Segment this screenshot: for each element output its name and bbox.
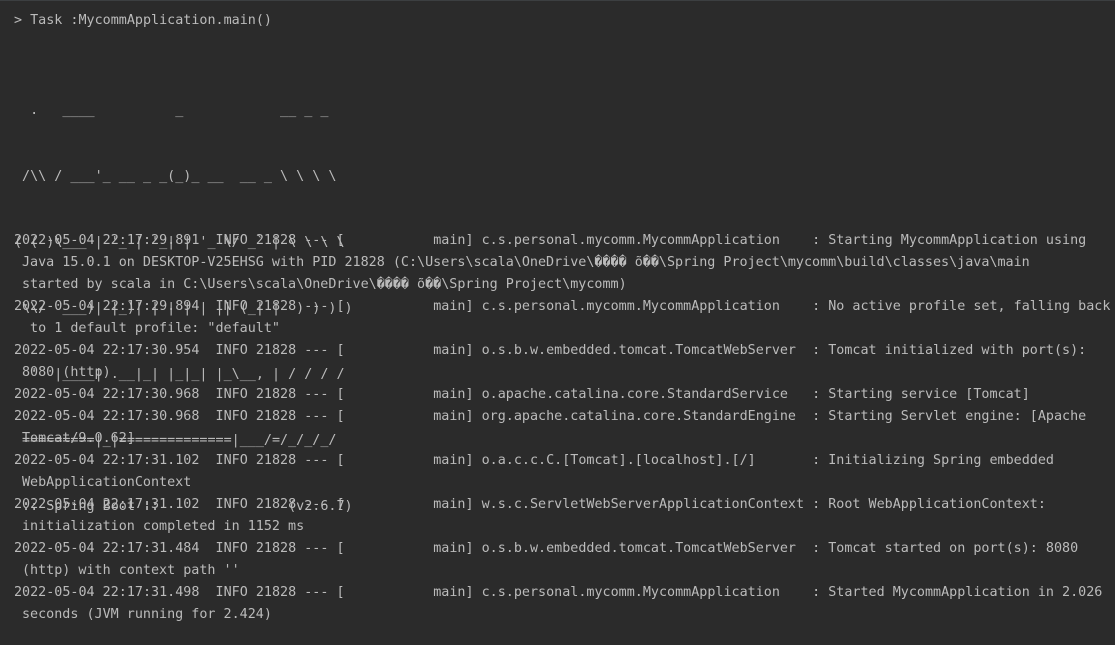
log-entry-continuation: WebApplicationContext [22, 475, 192, 490]
log-entry: 2022-05-04 22:17:31.102 INFO 21828 --- [… [14, 453, 1054, 468]
log-entry: 2022-05-04 22:17:30.954 INFO 21828 --- [… [14, 343, 1087, 358]
banner-line: /\\ / ___'_ __ _ _(_)_ __ __ _ \ \ \ \ [14, 169, 337, 184]
log-entry: 2022-05-04 22:17:31.484 INFO 21828 --- [… [14, 541, 1079, 556]
log-entry: 2022-05-04 22:17:29.894 INFO 21828 --- [… [14, 299, 1111, 314]
log-entry-continuation: 8080 (http) [22, 365, 111, 380]
log-entry-continuation: Tomcat/9.0.62] [22, 431, 135, 446]
log-output: 2022-05-04 22:17:29.891 INFO 21828 --- [… [14, 230, 1111, 626]
log-entry: 2022-05-04 22:17:30.968 INFO 21828 --- [… [14, 409, 1087, 424]
log-entry-continuation: started by scala in C:\Users\scala\OneDr… [22, 277, 627, 292]
log-entry: 2022-05-04 22:17:30.968 INFO 21828 --- [… [14, 387, 1030, 402]
console-top-border [0, 0, 1115, 1]
log-entry: 2022-05-04 22:17:31.102 INFO 21828 --- [… [14, 497, 1046, 512]
log-entry: 2022-05-04 22:17:31.498 INFO 21828 --- [… [14, 585, 1103, 600]
banner-line: . ____ _ __ _ _ [14, 103, 329, 118]
log-entry-continuation: initialization completed in 1152 ms [22, 519, 305, 534]
log-entry-continuation: to 1 default profile: "default" [22, 321, 280, 336]
log-entry-continuation: Java 15.0.1 on DESKTOP-V25EHSG with PID … [22, 255, 1030, 270]
log-entry: 2022-05-04 22:17:29.891 INFO 21828 --- [… [14, 233, 1087, 248]
task-line: > Task :MycommApplication.main() [14, 13, 272, 28]
log-entry-continuation: (http) with context path '' [22, 563, 240, 578]
run-console[interactable]: > Task :MycommApplication.main() . ____ … [0, 0, 1115, 645]
log-entry-continuation: seconds (JVM running for 2.424) [22, 607, 272, 622]
